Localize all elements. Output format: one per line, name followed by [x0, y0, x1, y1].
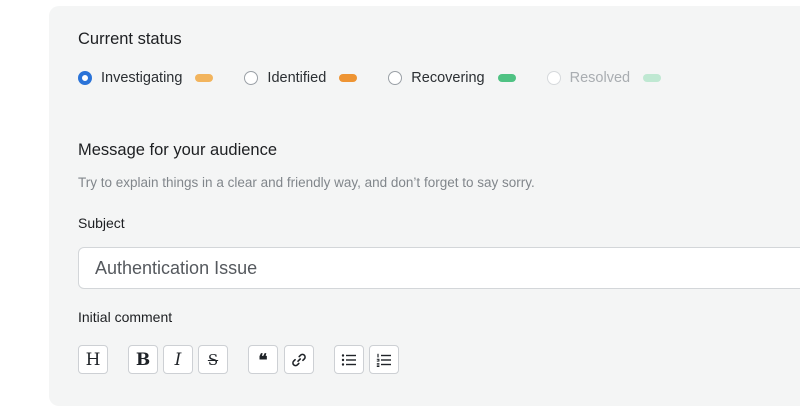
subject-input[interactable] [78, 247, 800, 289]
status-color-pill-recovering [497, 74, 516, 82]
status-label-recovering: Recovering [411, 70, 485, 86]
initial-comment-label: Initial comment [78, 309, 173, 325]
message-hint: Try to explain things in a clear and fri… [78, 175, 535, 190]
status-label-identified: Identified [267, 70, 327, 86]
bold-button[interactable]: B [128, 345, 158, 374]
link-icon [292, 353, 306, 366]
numbered-list-button[interactable] [369, 345, 399, 374]
message-heading: Message for your audience [78, 141, 278, 159]
bold-icon: B [135, 349, 151, 370]
numbered-list-icon [376, 353, 391, 367]
heading-icon: H [85, 349, 101, 370]
bullet-list-button[interactable] [334, 345, 364, 374]
radio-investigating[interactable] [78, 71, 92, 85]
link-button[interactable] [284, 345, 314, 374]
bullet-list-icon [341, 353, 356, 366]
status-label-investigating: Investigating [101, 70, 183, 86]
strikethrough-icon: S [207, 350, 219, 369]
subject-label: Subject [78, 215, 125, 231]
italic-icon: I [174, 349, 182, 370]
incident-form-panel [49, 6, 800, 406]
radio-recovering[interactable] [388, 71, 403, 85]
radio-identified[interactable] [244, 71, 259, 85]
radio-resolved [546, 71, 561, 85]
status-label-resolved: Resolved [569, 70, 631, 86]
strikethrough-button[interactable]: S [198, 345, 228, 374]
quote-icon: ❝ [258, 351, 268, 371]
status-option-resolved: Resolved [546, 70, 662, 86]
status-option-identified[interactable]: Identified [244, 70, 358, 86]
status-radio-group: Investigating Identified Recovering Reso… [78, 68, 662, 88]
status-option-recovering[interactable]: Recovering [388, 70, 516, 86]
status-color-pill-resolved [643, 74, 662, 82]
blockquote-button[interactable]: ❝ [248, 345, 278, 374]
heading-button[interactable]: H [78, 345, 108, 374]
status-color-pill-identified [339, 74, 358, 82]
status-color-pill-investigating [195, 74, 214, 82]
italic-button[interactable]: I [163, 345, 193, 374]
current-status-heading: Current status [78, 30, 182, 48]
status-option-investigating[interactable]: Investigating [78, 70, 214, 86]
